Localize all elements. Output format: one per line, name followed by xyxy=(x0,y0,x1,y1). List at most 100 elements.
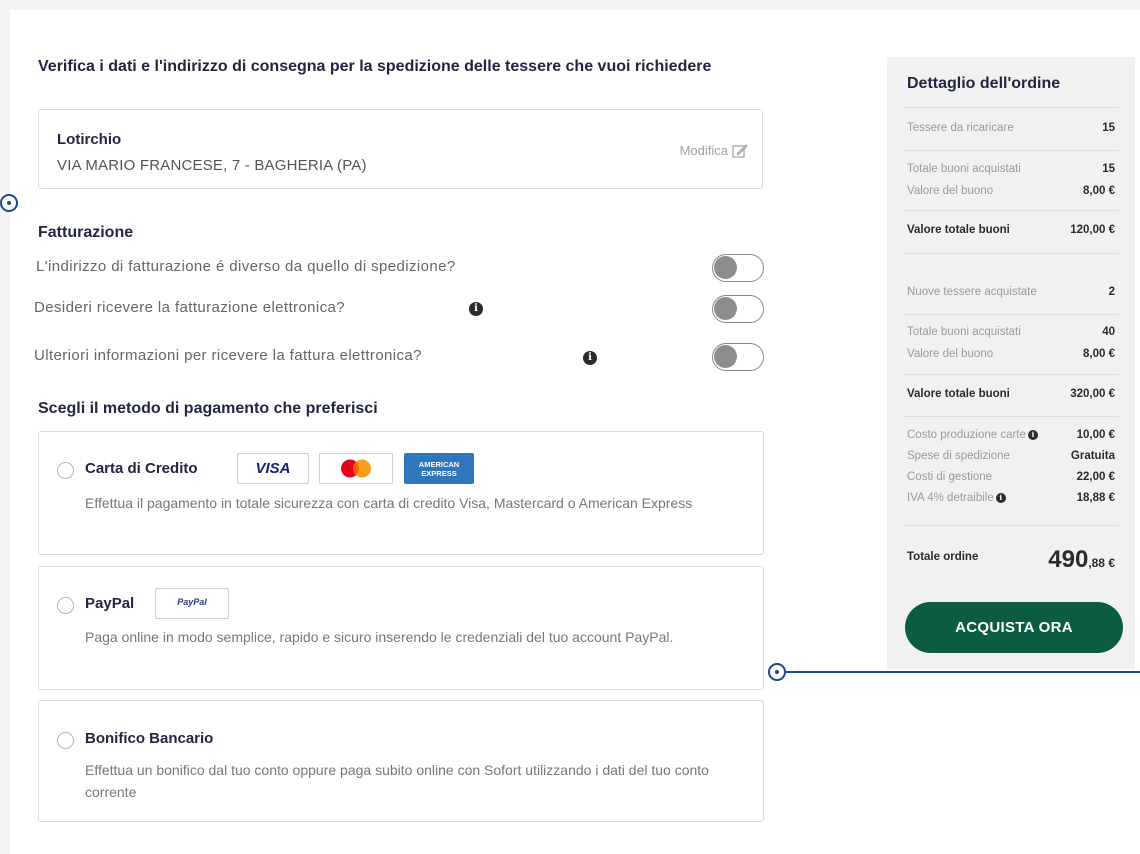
summary-label: Totale buoni acquistati xyxy=(907,326,1021,338)
edit-icon xyxy=(732,144,748,158)
summary-label: IVA 4% detraibile i xyxy=(907,492,1006,504)
summary-row: Totale buoni acquistati 40 xyxy=(907,326,1115,342)
vat-label: IVA 4% detraibile xyxy=(907,492,994,504)
toggle-knob xyxy=(714,297,737,320)
payment-method-label: PayPal xyxy=(85,595,135,612)
production-label: Costo produzione carte xyxy=(907,429,1026,441)
credit-card-radio[interactable] xyxy=(57,462,74,479)
payment-method-description: Effettua il pagamento in totale sicurezz… xyxy=(85,495,693,511)
summary-value: 320,00 € xyxy=(1070,388,1115,400)
summary-label: Valore del buono xyxy=(907,348,994,360)
summary-value: 8,00 € xyxy=(1083,185,1115,197)
summary-row: Valore totale buoni 120,00 € xyxy=(907,224,1115,240)
summary-row: Costo produzione carte i 10,00 € xyxy=(907,429,1115,445)
paypal-logo: PayPal xyxy=(155,588,229,619)
summary-value: 18,88 € xyxy=(1076,492,1115,504)
checkout-page: Verifica i dati e l'indirizzo di consegn… xyxy=(0,10,1140,854)
recipient-name: Lotirchio xyxy=(57,131,122,148)
payment-method-label: Carta di Credito xyxy=(85,460,198,477)
amex-logo: AMERICAN EXPRESS xyxy=(404,453,474,484)
mastercard-circles xyxy=(341,459,371,478)
mastercard-logo xyxy=(319,453,393,484)
billing-option-label: Ulteriori informazioni per ricevere la f… xyxy=(34,347,422,364)
step-connector xyxy=(786,671,1140,673)
different-address-toggle[interactable] xyxy=(712,254,764,282)
summary-label: Tessere da ricaricare xyxy=(907,122,1014,134)
e-invoice-toggle[interactable] xyxy=(712,295,764,323)
payment-option-bank-transfer[interactable]: Bonifico Bancario Effettua un bonifico d… xyxy=(38,700,764,822)
summary-value: 2 xyxy=(1108,286,1115,298)
summary-value: 10,00 € xyxy=(1076,429,1115,441)
divider xyxy=(903,210,1119,211)
summary-row: Totale buoni acquistati 15 xyxy=(907,163,1115,179)
order-total-integer: 490 xyxy=(1048,546,1089,573)
divider xyxy=(903,416,1119,417)
divider xyxy=(903,253,1119,254)
info-icon[interactable]: i xyxy=(469,302,483,316)
payment-method-label: Bonifico Bancario xyxy=(85,730,214,747)
info-icon[interactable]: i xyxy=(1027,429,1038,440)
summary-value: 15 xyxy=(1102,122,1115,134)
billing-option-different-address: L'indirizzo di fatturazione é diverso da… xyxy=(36,254,764,282)
toggle-knob xyxy=(714,256,737,279)
shipping-title: Verifica i dati e l'indirizzo di consegn… xyxy=(38,58,712,75)
summary-row: Valore del buono 8,00 € xyxy=(907,185,1115,201)
info-icon[interactable]: i xyxy=(583,351,597,365)
visa-logo-text: VISA xyxy=(255,460,291,477)
divider xyxy=(903,107,1119,108)
order-summary: Dettaglio dell'ordine Tessere da ricaric… xyxy=(887,57,1135,669)
summary-label: Costo produzione carte i xyxy=(907,429,1038,441)
paypal-logo-text: PayPal xyxy=(177,597,207,607)
summary-label: Totale buoni acquistati xyxy=(907,163,1021,175)
summary-value: 15 xyxy=(1102,163,1115,175)
extra-info-toggle[interactable] xyxy=(712,343,764,371)
billing-option-e-invoice: Desideri ricevere la fatturazione elettr… xyxy=(34,295,764,323)
summary-title: Dettaglio dell'ordine xyxy=(907,75,1061,92)
recipient-address: VIA MARIO FRANCESE, 7 - BAGHERIA (PA) xyxy=(57,157,367,174)
summary-row: Spese di spedizione Gratuita xyxy=(907,450,1115,466)
summary-value: Gratuita xyxy=(1070,450,1115,462)
summary-row: IVA 4% detraibile i 18,88 € xyxy=(907,492,1115,508)
divider xyxy=(903,150,1119,151)
payment-title: Scegli il metodo di pagamento che prefer… xyxy=(38,400,378,417)
summary-label: Costi di gestione xyxy=(907,471,993,483)
summary-row: Nuove tessere acquistate 2 xyxy=(907,286,1115,302)
buy-now-button[interactable]: ACQUISTA ORA xyxy=(905,602,1123,653)
billing-title: Fatturazione xyxy=(38,224,134,241)
summary-value: 120,00 € xyxy=(1070,224,1115,236)
summary-value: 8,00 € xyxy=(1083,348,1115,360)
toggle-knob xyxy=(714,345,737,368)
step-marker xyxy=(768,663,786,681)
step-marker xyxy=(0,194,18,212)
bank-transfer-radio[interactable] xyxy=(57,732,74,749)
info-icon[interactable]: i xyxy=(995,492,1006,503)
billing-option-label: L'indirizzo di fatturazione é diverso da… xyxy=(36,258,456,275)
order-total-amount: 490,88 € xyxy=(1048,546,1115,574)
visa-logo: VISA xyxy=(237,453,309,484)
order-total-decimal: ,88 € xyxy=(1088,556,1115,570)
payment-option-paypal[interactable]: PayPal PayPal Paga online in modo sempli… xyxy=(38,566,764,690)
payment-method-description: Paga online in modo semplice, rapido e s… xyxy=(85,629,674,645)
order-total-label: Totale ordine xyxy=(907,551,979,563)
payment-option-credit-card[interactable]: Carta di Credito VISA AMERICAN EXPRESS E… xyxy=(38,431,764,555)
summary-value: 22,00 € xyxy=(1076,471,1115,483)
edit-address-link[interactable]: Modifica xyxy=(680,143,748,158)
summary-row: Tessere da ricaricare 15 xyxy=(907,122,1115,138)
amex-logo-top: AMERICAN xyxy=(418,460,460,469)
payment-method-description: Effettua un bonifico dal tuo conto oppur… xyxy=(85,762,709,800)
billing-option-extra-info: Ulteriori informazioni per ricevere la f… xyxy=(34,343,764,371)
edit-address-label: Modifica xyxy=(679,143,728,158)
amex-logo-bottom: EXPRESS xyxy=(421,469,457,478)
summary-value: 40 xyxy=(1102,326,1115,338)
summary-row: Valore del buono 8,00 € xyxy=(907,348,1115,364)
summary-label: Spese di spedizione xyxy=(907,450,1010,462)
billing-option-label: Desideri ricevere la fatturazione elettr… xyxy=(34,299,346,316)
summary-label: Nuove tessere acquistate xyxy=(907,286,1037,298)
divider xyxy=(903,314,1119,315)
paypal-radio[interactable] xyxy=(57,597,74,614)
divider xyxy=(903,525,1119,526)
summary-label: Valore totale buoni xyxy=(907,388,1010,400)
summary-row: Valore totale buoni 320,00 € xyxy=(907,388,1115,404)
divider xyxy=(903,374,1119,375)
summary-row: Costi di gestione 22,00 € xyxy=(907,471,1115,487)
